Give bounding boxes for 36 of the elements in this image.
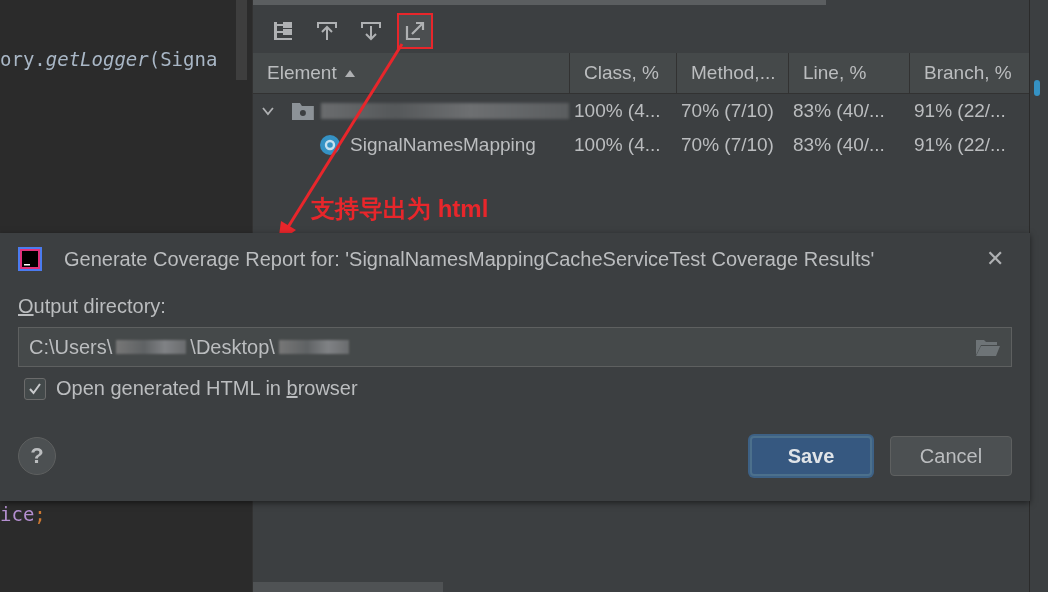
column-header[interactable]: Method,... <box>676 53 788 93</box>
export-button[interactable] <box>397 13 433 49</box>
table-cell-text: 70% (7/10) <box>680 100 775 122</box>
download-icon <box>360 20 382 42</box>
scrollbar[interactable] <box>253 582 443 592</box>
table-cell-text: 100% (4... <box>573 134 662 156</box>
help-button[interactable]: ? <box>18 437 56 475</box>
code-line: ice; <box>0 503 46 525</box>
scrollbar[interactable] <box>253 0 826 5</box>
table-cell-text: 83% (40/... <box>792 134 886 156</box>
table-cell-text: 70% (7/10) <box>680 134 775 156</box>
path-field[interactable]: C:\Users\ \Desktop\ <box>18 327 1012 367</box>
folder-icon <box>290 101 315 121</box>
column-header[interactable]: Line, % <box>788 53 909 93</box>
column-header[interactable]: Element <box>253 53 569 93</box>
table-cell-text: 91% (22/... <box>913 134 1007 156</box>
code-line: ory.getLogger(Signa <box>0 48 218 70</box>
annotation-text: 支持导出为 html <box>311 194 489 224</box>
close-button[interactable]: ✕ <box>978 246 1012 272</box>
dialog-title: Generate Coverage Report for: 'SignalNamesMappingCacheServiceTest Coverage Results' <box>64 247 875 271</box>
save-button[interactable]: Save <box>750 436 872 476</box>
tree-icon <box>272 20 294 42</box>
field-label: Output directory: <box>18 295 167 318</box>
side-tab[interactable] <box>1034 80 1040 96</box>
export-icon <box>404 20 426 42</box>
column-header[interactable]: Class, % <box>569 53 676 93</box>
app-logo-icon <box>18 247 42 271</box>
cancel-button[interactable]: Cancel <box>890 436 1012 476</box>
upload-icon <box>316 20 338 42</box>
class-icon <box>319 134 341 156</box>
table-cell-text: 100% (4... <box>573 100 662 122</box>
table-cell-text: 91% (22/... <box>913 100 1007 122</box>
checkbox[interactable] <box>24 377 46 400</box>
checkbox-label[interactable]: Open generated HTML in browser <box>56 377 358 400</box>
class-name: SignalNamesMapping <box>350 134 536 156</box>
table-cell-text: 83% (40/... <box>792 100 886 122</box>
